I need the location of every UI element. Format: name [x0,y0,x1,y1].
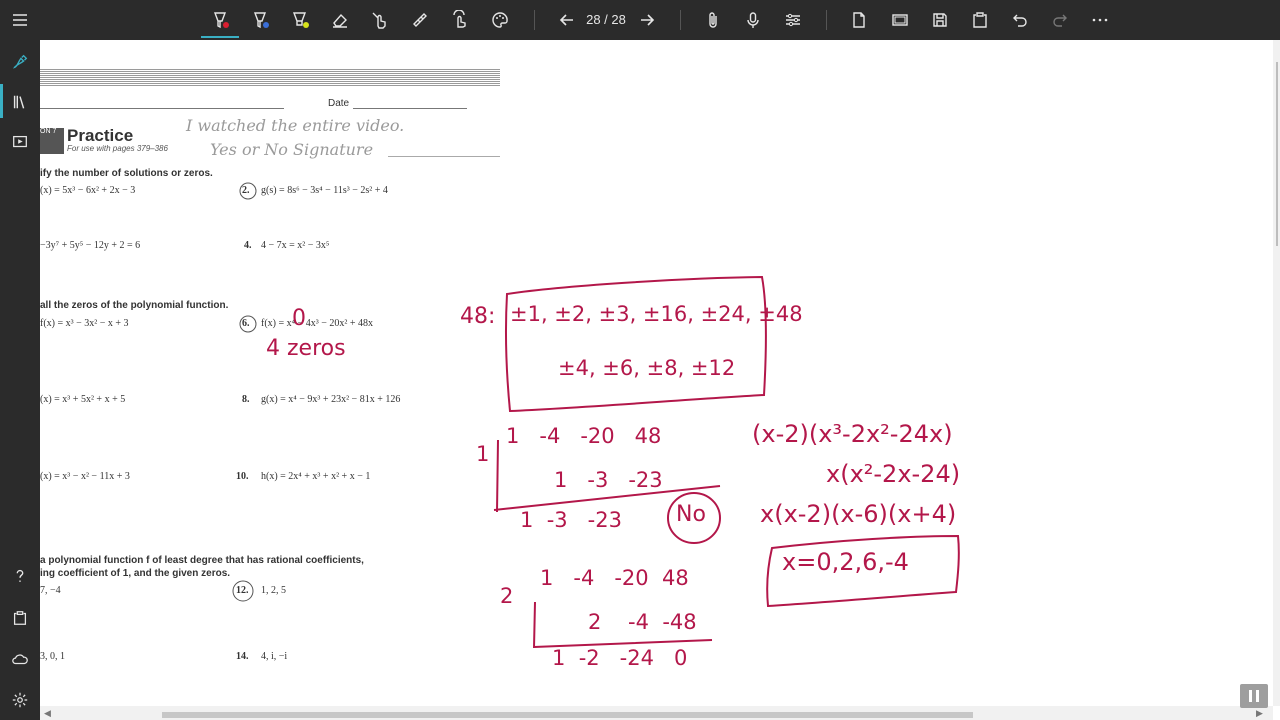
synthetic-2-divisor: 2 [500,584,514,608]
sidebar-cloud-icon[interactable] [8,647,32,671]
previous-page-icon[interactable] [555,8,579,32]
screen-icon[interactable] [888,8,912,32]
next-page-icon[interactable] [635,8,659,32]
horizontal-scroll-thumb[interactable] [162,712,973,718]
microphone-icon[interactable] [741,8,765,32]
sidebar-clipboard-icon[interactable] [8,606,32,630]
scroll-left-arrow-icon[interactable]: ◀ [44,708,51,719]
palette-icon[interactable] [488,8,512,32]
highlighter-tool-icon[interactable] [288,8,312,32]
adjust-icon[interactable] [781,8,805,32]
factor-line-1: (x-2)(x³-2x²-24x) [752,420,953,448]
touch-select-icon[interactable] [368,8,392,32]
pen-red-tool-icon[interactable] [208,8,232,32]
synthetic-1-row-3: 1 -3 -23 [520,508,622,532]
undo-icon[interactable] [1008,8,1032,32]
touch-writing-icon[interactable] [448,8,472,32]
factor-line-2: x(x²-2x-24) [826,460,961,488]
left-sidebar [0,40,40,720]
attach-icon[interactable] [701,8,725,32]
pause-icon [1249,690,1252,702]
sidebar-active-indicator [0,84,3,118]
pen-blue-tool-icon[interactable] [248,8,272,32]
page-indicator: 28 / 28 [586,12,626,27]
toolbar-separator [680,10,681,30]
redo-icon[interactable] [1048,8,1072,32]
more-options-icon[interactable] [1088,8,1112,32]
sidebar-library-icon[interactable] [8,90,32,114]
new-page-icon[interactable] [847,8,871,32]
note-canvas[interactable]: Date ON 7 Practice For use with pages 37… [40,40,1273,706]
clipboard-icon[interactable] [968,8,992,32]
sidebar-slideshow-icon[interactable] [8,130,32,154]
menu-icon[interactable] [8,8,32,32]
vertical-scroll-thumb[interactable] [1276,62,1278,246]
toolbar-separator [534,10,535,30]
scroll-right-arrow-icon[interactable]: ▶ [1256,708,1263,719]
factors-row-1: ±1, ±2, ±3, ±16, ±24, ±48 [510,302,803,326]
factor-line-3: x(x-2)(x-6)(x+4) [760,500,957,528]
synthetic-1-row-2: 1 -3 -23 [554,468,663,492]
synthetic-2-row-2: 2 -4 -48 [588,610,697,634]
sidebar-pen-icon[interactable] [8,50,32,74]
pause-icon [1256,690,1259,702]
synthetic-1-result: No [676,502,706,527]
final-answer: x=0,2,6,-4 [782,548,909,576]
synthetic-1-divisor: 1 [476,442,490,466]
sidebar-help-icon[interactable] [8,564,32,588]
save-icon[interactable] [928,8,952,32]
pause-recording-button[interactable] [1240,684,1268,708]
synthetic-2-row-1: 1 -4 -20 48 [540,566,689,590]
sidebar-settings-icon[interactable] [8,688,32,712]
synthetic-1-row-1: 1 -4 -20 48 [506,424,662,448]
active-tool-indicator [201,36,239,38]
ruler-icon[interactable] [408,8,432,32]
factors-row-2: ±4, ±6, ±8, ±12 [558,356,736,380]
toolbar-separator [826,10,827,30]
eraser-icon[interactable] [328,8,352,32]
synthetic-2-row-3: 1 -2 -24 0 [552,646,688,670]
top-toolbar: 28 / 28 [0,0,1280,40]
